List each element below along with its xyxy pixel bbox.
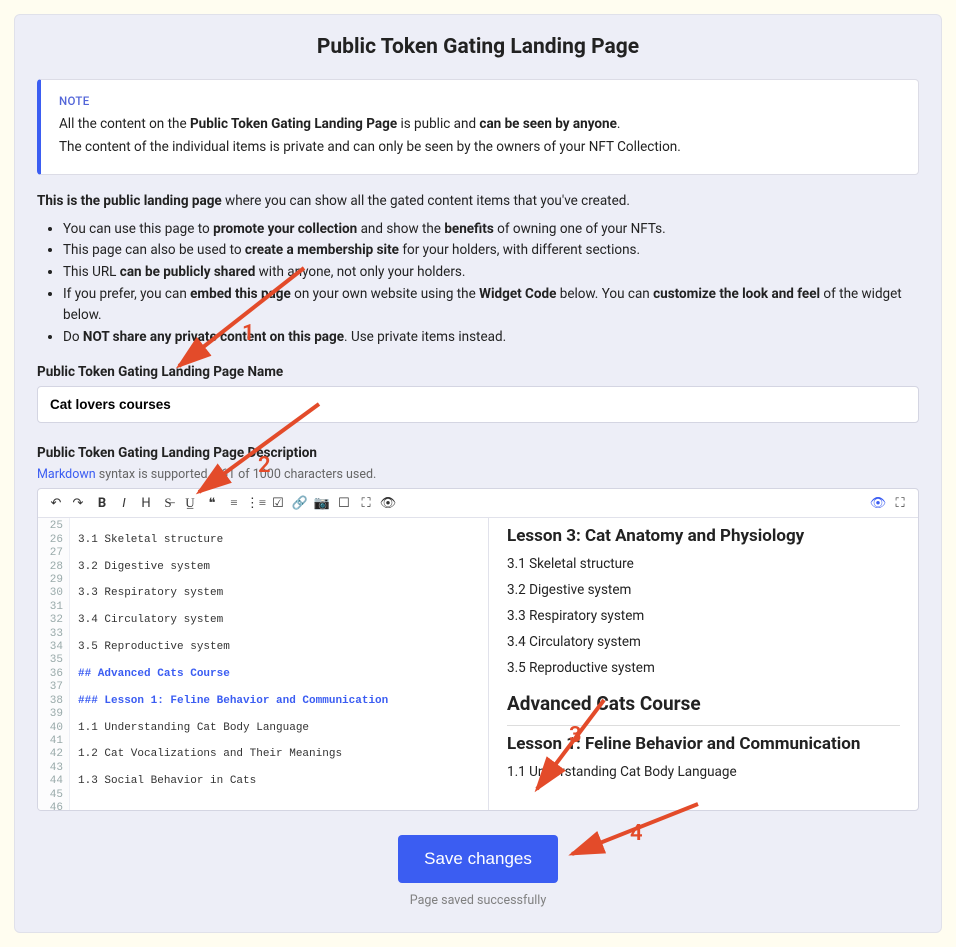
preview-heading-advanced: Advanced Cats Course	[507, 692, 900, 715]
save-button[interactable]: Save changes	[398, 835, 558, 883]
save-status: Page saved successfully	[37, 893, 919, 908]
preview-item: 3.4 Circulatory system	[507, 634, 900, 650]
save-area: Save changes Page saved successfully	[37, 835, 919, 908]
preview-item: 3.3 Respiratory system	[507, 608, 900, 624]
preview-heading-lesson1: Lesson 1: Feline Behavior and Communicat…	[507, 734, 900, 754]
eye-icon[interactable]: 👁	[868, 493, 888, 513]
bullet-5: Do NOT share any private content on this…	[63, 327, 919, 349]
fullscreen-icon[interactable]: ⛶	[356, 493, 376, 513]
markdown-link[interactable]: Markdown	[37, 467, 96, 482]
checklist-icon[interactable]: ☑	[268, 493, 288, 513]
quote-icon[interactable]: ❝	[202, 493, 222, 513]
note-box: NOTE All the content on the Public Token…	[37, 79, 919, 175]
heading-icon[interactable]: H	[136, 493, 156, 513]
editor-body: 25 26 27 28 29 30 31 32 33 34 35 36 37 3…	[38, 518, 918, 810]
code-editor-area[interactable]: 3.1 Skeletal structure 3.2 Digestive sys…	[70, 518, 488, 810]
name-field-label: Public Token Gating Landing Page Name	[37, 364, 919, 380]
image-icon[interactable]: 📷	[312, 493, 332, 513]
preview-item: 3.1 Skeletal structure	[507, 556, 900, 572]
underline-icon[interactable]: U̲	[180, 493, 200, 513]
preview-item: 1.1 Understanding Cat Body Language	[507, 764, 900, 780]
table-icon[interactable]: ☐	[334, 493, 354, 513]
page-container: Public Token Gating Landing Page NOTE Al…	[14, 14, 942, 933]
note-line-1: All the content on the Public Token Gati…	[59, 114, 900, 135]
line-number-gutter: 25 26 27 28 29 30 31 32 33 34 35 36 37 3…	[38, 518, 70, 810]
strike-icon[interactable]: S̶	[158, 493, 178, 513]
markdown-hint: Markdown syntax is supported. 761 of 100…	[37, 467, 919, 482]
italic-icon[interactable]: I	[114, 493, 134, 513]
redo-icon[interactable]: ↷	[68, 493, 88, 513]
note-label: NOTE	[59, 94, 900, 108]
ul-icon[interactable]: ⋮≡	[246, 493, 266, 513]
undo-icon[interactable]: ↶	[46, 493, 66, 513]
intro-paragraph: This is the public landing page where yo…	[37, 193, 919, 209]
description-field-label: Public Token Gating Landing Page Descrip…	[37, 445, 919, 461]
markdown-editor: ↶ ↷ B I H S̶ U̲ ❝ ≡ ⋮≡ ☑ 🔗 📷 ☐ ⛶ 👁 👁 ⛶ 2…	[37, 488, 919, 811]
bold-icon[interactable]: B	[92, 493, 112, 513]
ol-icon[interactable]: ≡	[224, 493, 244, 513]
editor-toolbar: ↶ ↷ B I H S̶ U̲ ❝ ≡ ⋮≡ ☑ 🔗 📷 ☐ ⛶ 👁 👁 ⛶	[38, 489, 918, 518]
bullet-3: This URL can be publicly shared with any…	[63, 262, 919, 284]
bullet-1: You can use this page to promote your co…	[63, 219, 919, 241]
preview-item: 3.2 Digestive system	[507, 582, 900, 598]
bullet-2: This page can also be used to create a m…	[63, 240, 919, 262]
preview-toggle-icon[interactable]: 👁	[378, 493, 398, 513]
name-input[interactable]	[37, 386, 919, 423]
note-line-2: The content of the individual items is p…	[59, 137, 900, 158]
markdown-preview: Lesson 3: Cat Anatomy and Physiology 3.1…	[488, 518, 918, 810]
bullet-4: If you prefer, you can embed this page o…	[63, 284, 919, 327]
page-title: Public Token Gating Landing Page	[37, 35, 919, 59]
expand-icon[interactable]: ⛶	[890, 493, 910, 513]
bullet-list: You can use this page to promote your co…	[37, 219, 919, 349]
preview-item: 3.5 Reproductive system	[507, 660, 900, 676]
preview-heading-lesson3: Lesson 3: Cat Anatomy and Physiology	[507, 526, 900, 546]
link-icon[interactable]: 🔗	[290, 493, 310, 513]
